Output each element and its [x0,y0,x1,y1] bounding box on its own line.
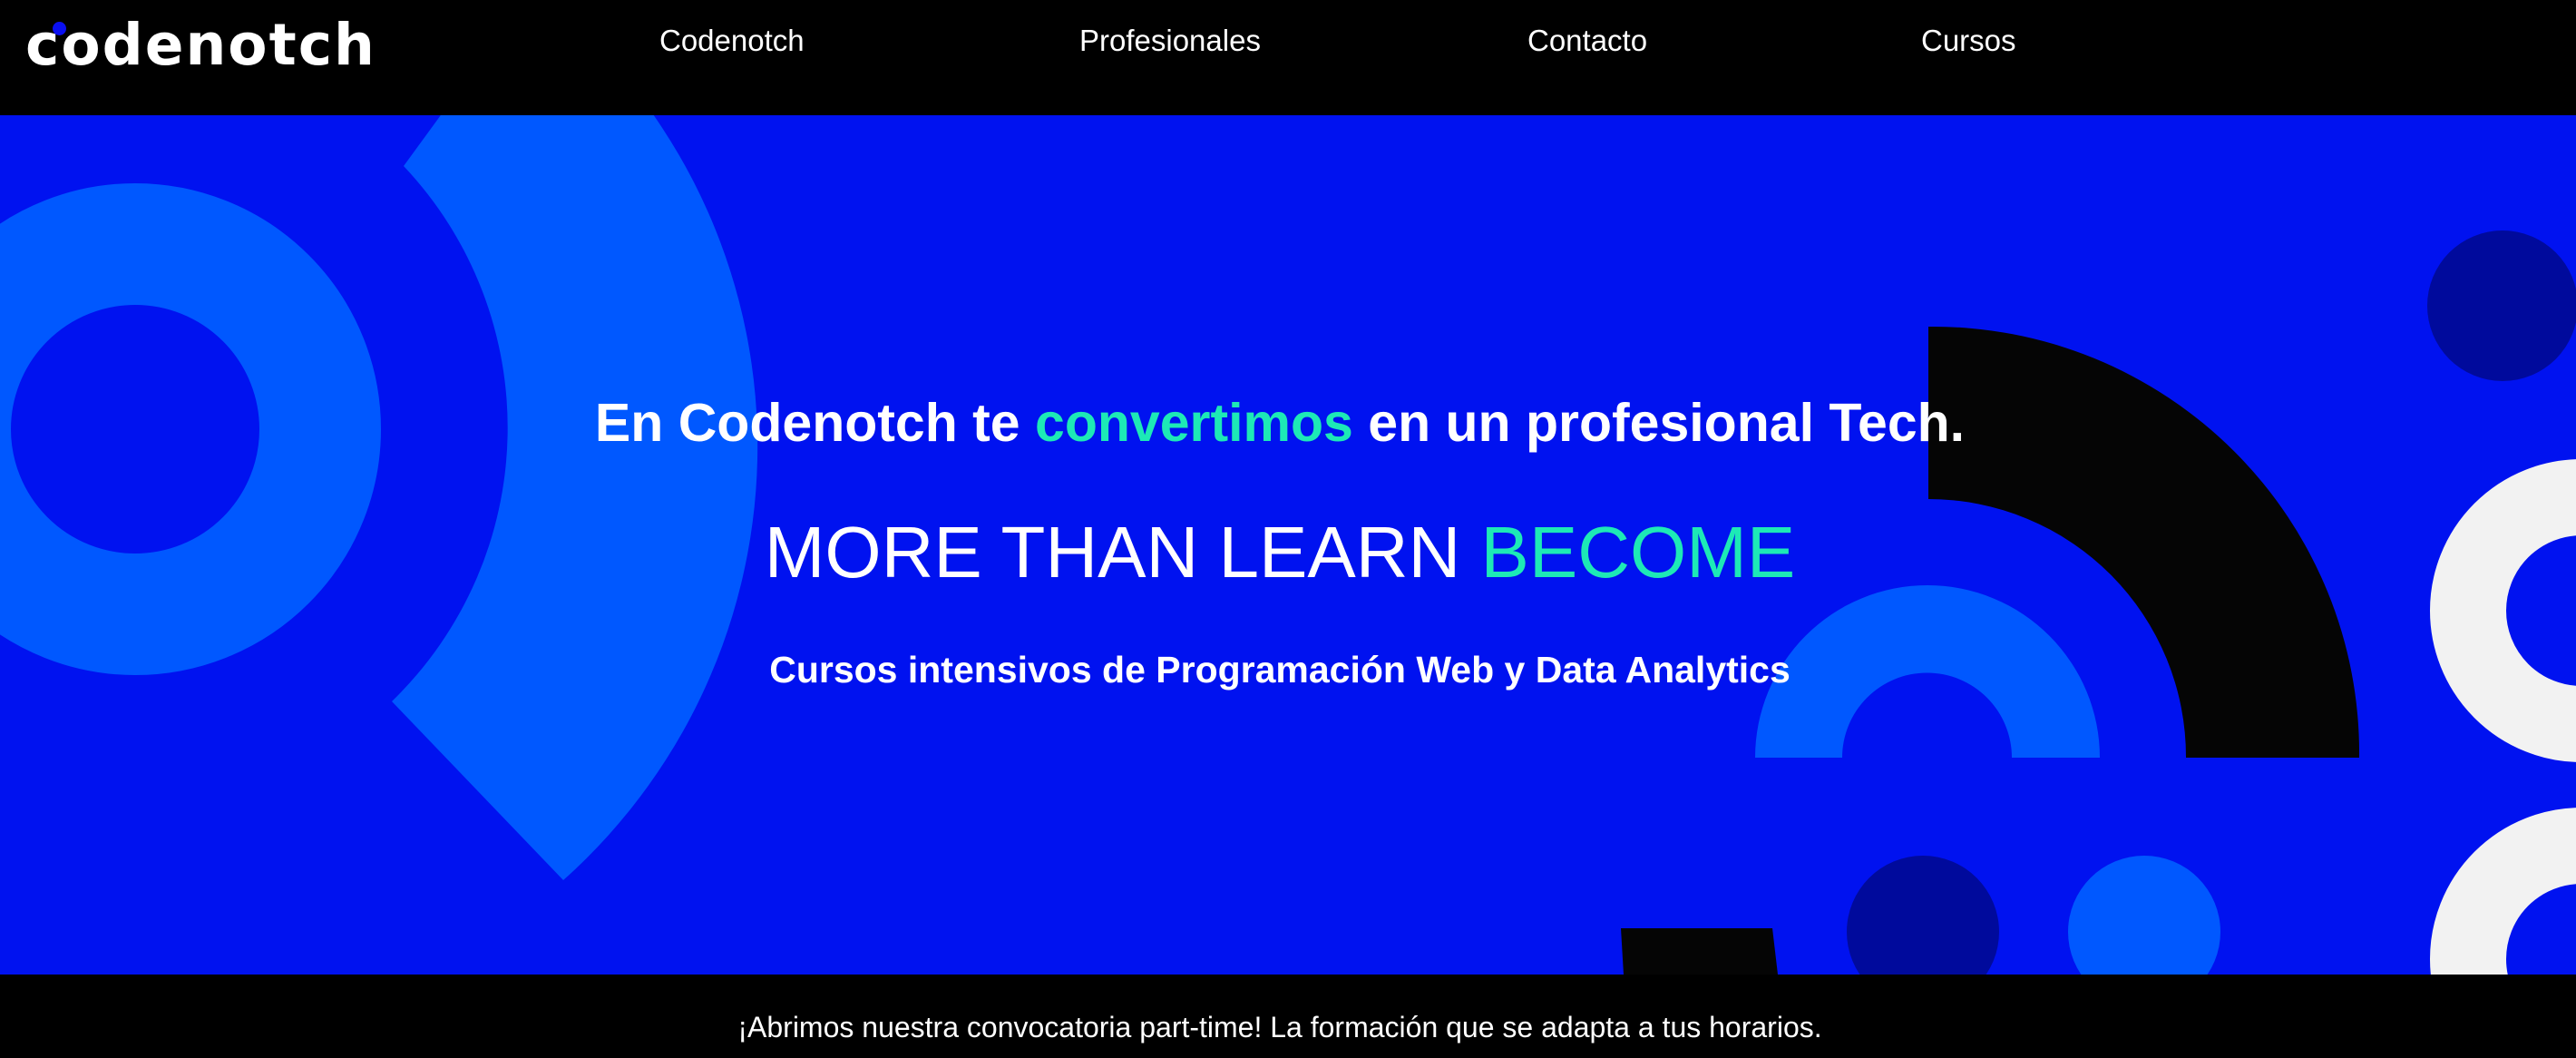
hero-subtitle: Cursos intensivos de Programación Web y … [769,649,1791,691]
hero-tagline: En Codenotch te convertimos en un profes… [0,392,2560,454]
nav-link-contacto[interactable]: Contacto [1527,24,1647,58]
announcement-text: ¡Abrimos nuestra convocatoria part-time!… [737,1011,1822,1043]
hero-section: En Codenotch te convertimos en un profes… [0,115,2576,975]
hero-headline: MORE THAN LEARN BECOME [0,511,2560,594]
nav-link-cursos[interactable]: Cursos [1921,24,2016,58]
tagline-end: en un profesional Tech. [1352,393,1966,453]
tagline-accent: convertimos [1035,393,1353,453]
nav-link-profesionales[interactable]: Profesionales [1079,24,1261,58]
headline-main: MORE THAN LEARN [764,512,1481,593]
top-navigation-bar: codenotch Codenotch Profesionales Contac… [0,0,2576,115]
announcement-banner: ¡Abrimos nuestra convocatoria part-time!… [0,975,2576,1058]
logo-dot-icon [53,22,66,35]
headline-accent: BECOME [1480,512,1796,593]
codenotch-logo[interactable]: codenotch [25,16,376,73]
nav-link-codenotch[interactable]: Codenotch [659,24,805,58]
tagline-start: En Codenotch te [594,393,1036,453]
hero-content: En Codenotch te convertimos en un profes… [0,115,2576,975]
logo-text: codenotch [25,11,376,78]
